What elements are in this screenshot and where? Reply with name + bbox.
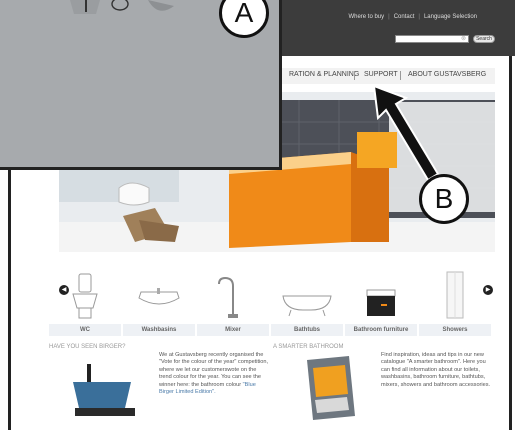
callout-b-badge: B <box>419 174 469 224</box>
mixer-icon <box>218 276 238 318</box>
contact-link[interactable]: Contact <box>394 14 415 20</box>
promo-birger-text: We at Gustavsberg recently organised the… <box>159 352 269 396</box>
product-showers[interactable]: Showers <box>419 268 491 336</box>
bathtub-icon <box>282 295 332 317</box>
clear-search-icon[interactable]: ⊗ <box>461 35 466 42</box>
product-mixer[interactable]: Mixer <box>197 268 269 336</box>
product-label-washbasins: Washbasins <box>123 324 195 336</box>
language-selection-link[interactable]: Language Selection <box>424 14 477 20</box>
nav-inspiration-planning[interactable]: RATION & PLANNING <box>289 71 359 78</box>
product-wc[interactable]: WC <box>49 268 121 336</box>
shower-icon <box>446 271 464 319</box>
promo-smarter-text: Find inspiration, ideas and tips in our … <box>381 352 491 388</box>
product-label-wc: WC <box>49 324 121 336</box>
product-label-bathroom-furniture: Bathroom furniture <box>345 324 417 336</box>
product-bathroom-furniture[interactable]: Bathroom furniture <box>345 268 417 336</box>
search-input[interactable]: ⊗ <box>395 35 469 43</box>
product-label-mixer: Mixer <box>197 324 269 336</box>
promo-birger-title: HAVE YOU SEEN BIRGER? <box>49 344 126 350</box>
product-washbasins[interactable]: Washbasins <box>123 268 195 336</box>
product-bathtubs[interactable]: Bathtubs <box>271 268 343 336</box>
nav-support[interactable]: SUPPORT <box>364 71 398 78</box>
catalogue-cover-image <box>307 356 355 420</box>
wc-icon <box>72 273 98 319</box>
bathroom-furniture-icon <box>366 289 396 316</box>
product-label-bathtubs: Bathtubs <box>271 324 343 336</box>
where-to-buy-link[interactable]: Where to buy <box>348 14 384 20</box>
search-button[interactable]: Search <box>473 35 495 43</box>
washbasin-icon <box>138 288 180 305</box>
nav-about-gustavsberg[interactable]: ABOUT GUSTAVSBERG <box>408 71 486 78</box>
blue-bathtub-image <box>67 352 147 424</box>
product-label-showers: Showers <box>419 324 491 336</box>
utility-links: Where to buy | Contact | Language Selection <box>348 14 477 20</box>
promo-smarter-title: A SMARTER BATHROOM <box>273 344 344 350</box>
